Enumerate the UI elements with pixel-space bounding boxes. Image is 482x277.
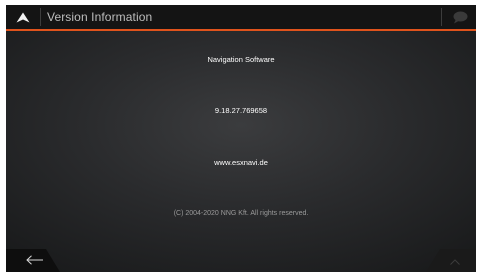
triangle-up-icon	[16, 12, 30, 22]
version-number: 9.18.27.769658	[214, 106, 268, 115]
header-accent-line	[6, 29, 476, 31]
header-bar: Version Information	[6, 5, 476, 29]
page-title: Version Information	[47, 10, 153, 24]
header-divider-left	[40, 8, 41, 26]
feedback-button[interactable]	[444, 5, 476, 29]
header-divider-right	[441, 8, 442, 26]
software-label: Navigation Software	[207, 55, 275, 64]
scroll-up-button[interactable]	[426, 249, 476, 272]
chevron-up-icon	[450, 259, 460, 265]
device-screen: Version Information Navigation Software …	[6, 5, 476, 272]
up-button[interactable]	[6, 5, 40, 29]
copyright-text: (C) 2004-2020 NNG Kft. All rights reserv…	[173, 210, 309, 217]
website-link: www.esxnavi.de	[214, 158, 268, 167]
back-button[interactable]	[6, 249, 62, 272]
speech-bubble-icon	[453, 11, 468, 23]
arrow-left-icon	[26, 255, 43, 265]
